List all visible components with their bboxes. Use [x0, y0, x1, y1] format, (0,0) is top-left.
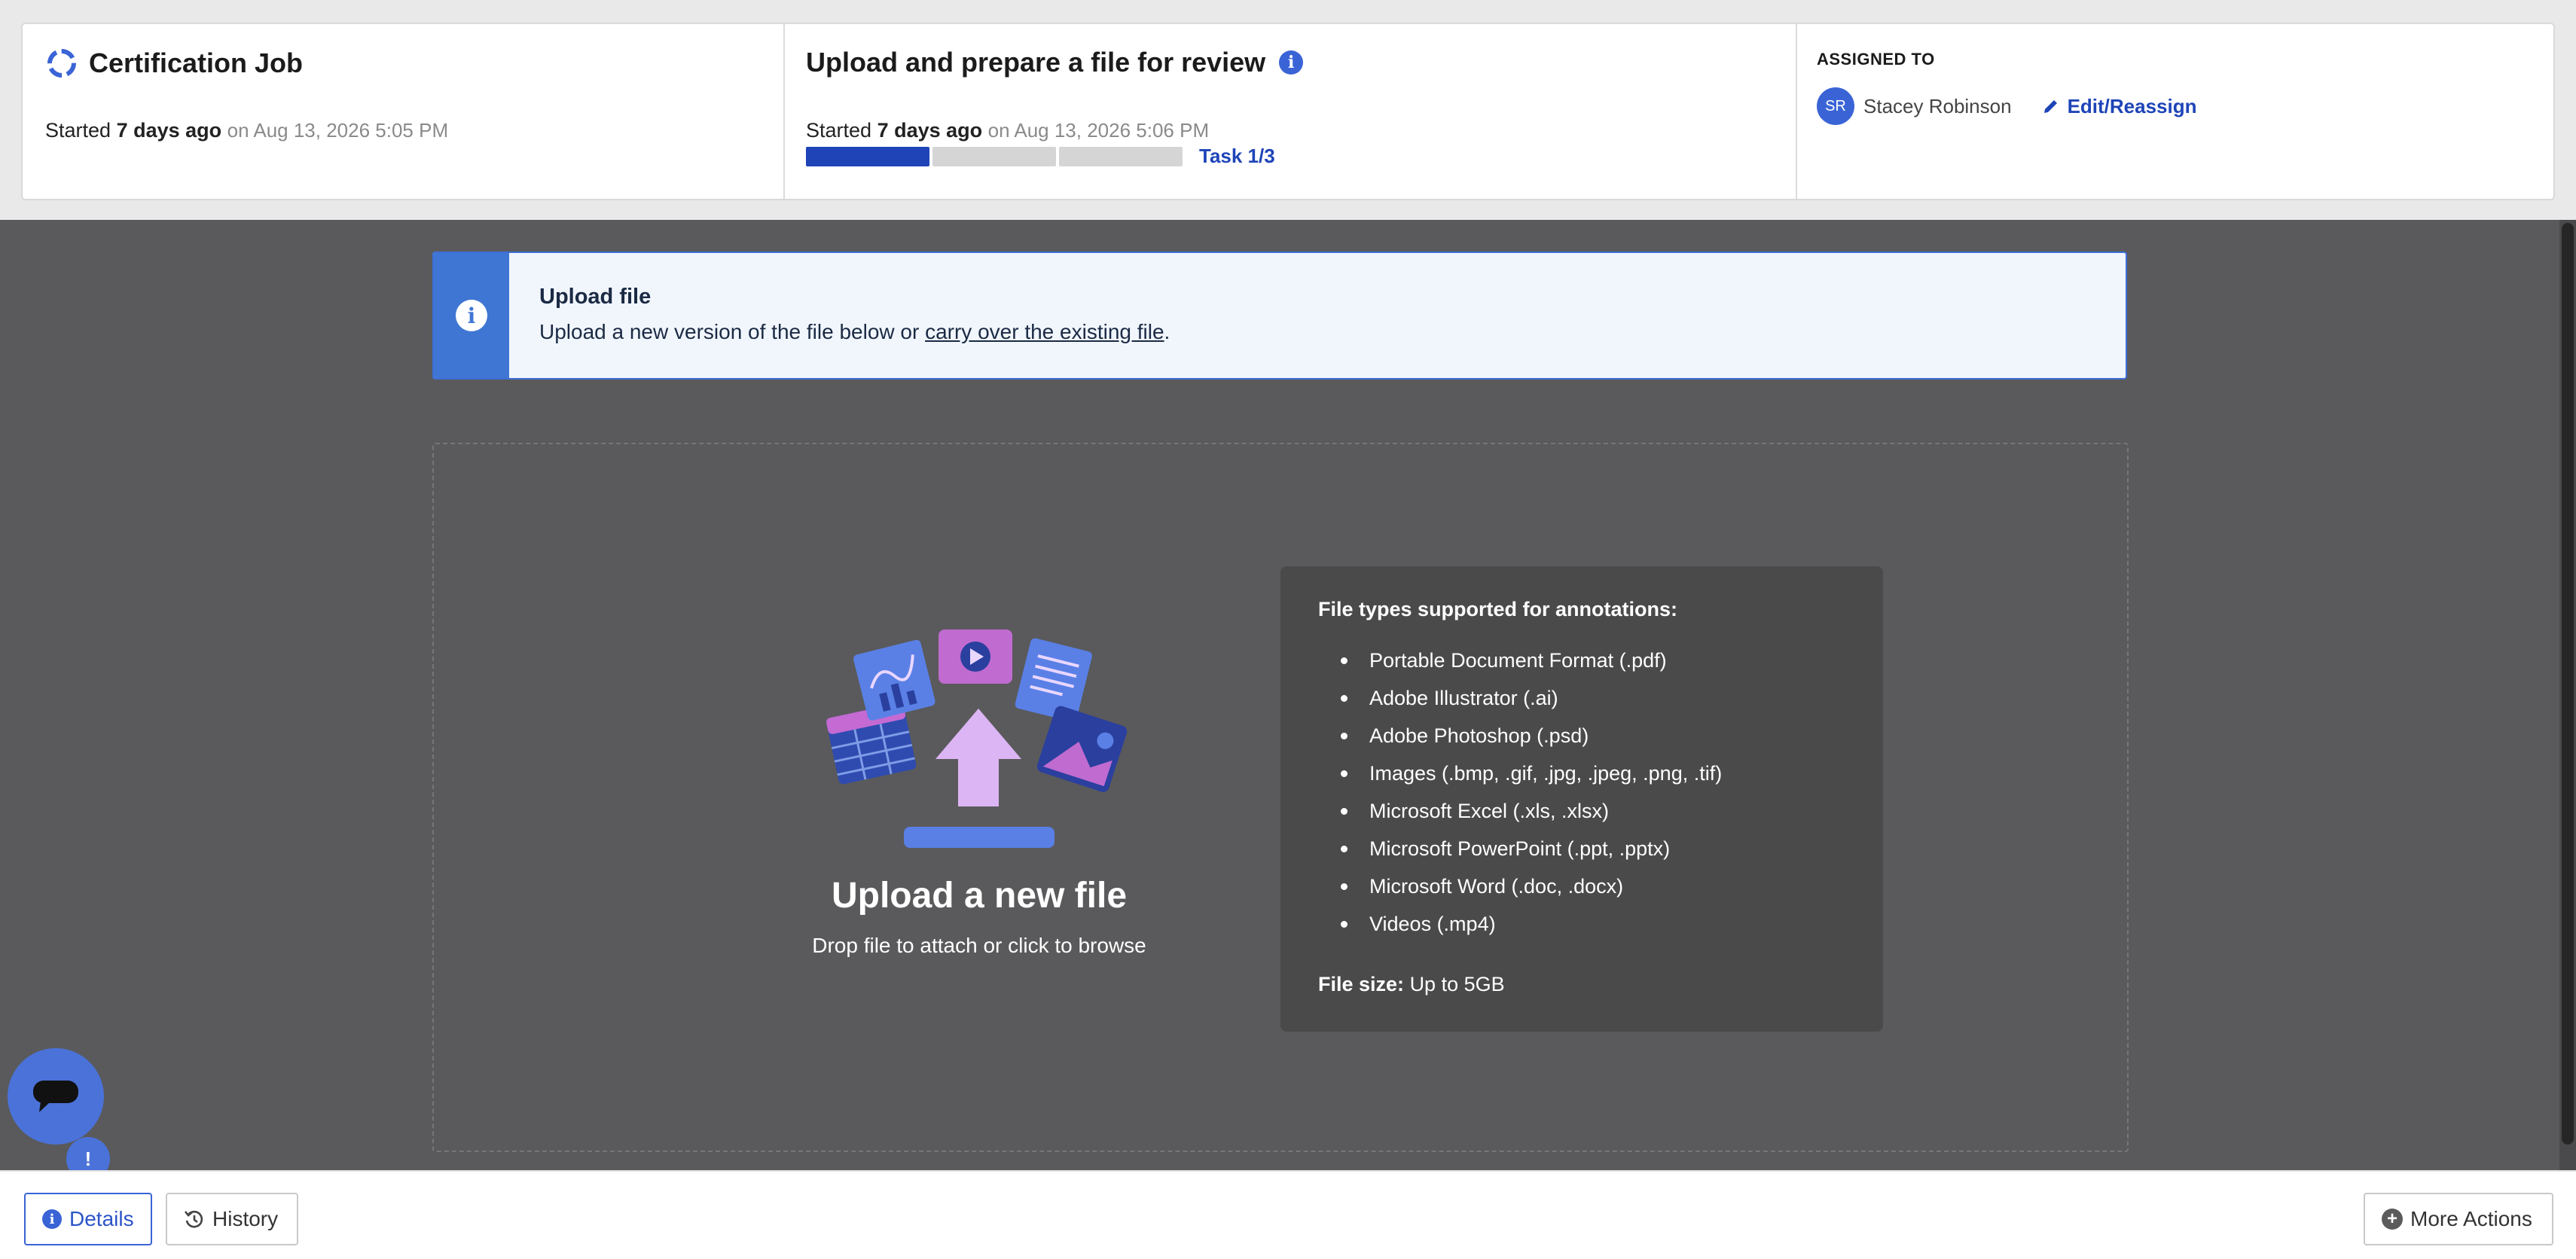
list-item: Videos (.mp4) [1318, 911, 1722, 949]
list-item: Microsoft PowerPoint (.ppt, .pptx) [1318, 836, 1722, 873]
upload-illustration-icon[interactable] [824, 630, 1133, 848]
list-item: Images (.bmp, .gif, .jpg, .jpeg, .png, .… [1318, 761, 1722, 798]
info-icon[interactable]: i [1279, 50, 1304, 75]
file-size-line: File size: Up to 5GB [1318, 973, 1505, 996]
file-types-list: Portable Document Format (.pdf) Adobe Il… [1318, 648, 1722, 949]
progress-segments [806, 146, 1186, 166]
banner-text-after: . [1164, 320, 1170, 343]
job-started-relative: 7 days ago [116, 119, 222, 142]
pencil-icon [2043, 100, 2057, 113]
file-types-heading: File types supported for annotations: [1318, 598, 1678, 620]
more-actions-button[interactable]: + More Actions [2364, 1193, 2553, 1245]
banner-body: Upload file Upload a new version of the … [509, 253, 1170, 378]
history-icon [184, 1210, 203, 1228]
file-size-label: File size: [1318, 973, 1405, 995]
task-count-link[interactable]: Task 1/3 [1199, 145, 1275, 168]
carry-over-link[interactable]: carry over the existing file [925, 320, 1164, 343]
file-size-value: Up to 5GB [1409, 973, 1505, 995]
chat-bubble-icon [33, 1081, 78, 1112]
assignee-row: SR Stacey Robinson Edit/Reassign [1817, 87, 2197, 125]
info-icon: i [42, 1209, 62, 1229]
task-title-row: Upload and prepare a file for review i [806, 47, 1304, 78]
assigned-to-label: ASSIGNED TO [1817, 50, 1935, 69]
footer-bar: i Details History + More Actions [0, 1170, 2576, 1259]
upload-title: Upload a new file [831, 876, 1128, 916]
task-started-prefix: Started [806, 119, 872, 142]
scrollbar-thumb[interactable] [2562, 223, 2574, 1145]
details-label: Details [69, 1207, 134, 1230]
plus-circle-icon: + [2382, 1209, 2403, 1230]
history-label: History [212, 1207, 279, 1230]
banner-side: i [434, 253, 509, 378]
list-item: Microsoft Word (.doc, .docx) [1318, 873, 1722, 911]
upload-info-banner: i Upload file Upload a new version of th… [432, 251, 2127, 380]
list-item: Adobe Photoshop (.psd) [1318, 723, 1722, 761]
progress-segment [932, 146, 1056, 166]
avatar: SR [1817, 87, 1854, 125]
more-actions-label: More Actions [2410, 1207, 2532, 1230]
assignment-panel: ASSIGNED TO SR Stacey Robinson Edit/Reas… [1796, 24, 2553, 199]
chat-button[interactable] [8, 1048, 104, 1145]
task-started-line: Started 7 days ago on Aug 13, 2026 5:06 … [806, 119, 1209, 142]
progress-segment [806, 146, 929, 166]
task-title: Upload and prepare a file for review [806, 47, 1266, 78]
edit-reassign-label: Edit/Reassign [2067, 94, 2197, 117]
task-info-panel: Upload and prepare a file for review i S… [783, 24, 1796, 199]
list-item: Adobe Illustrator (.ai) [1318, 685, 1722, 723]
list-item: Microsoft Excel (.xls, .xlsx) [1318, 798, 1722, 836]
task-started-absolute: on Aug 13, 2026 5:06 PM [987, 119, 1210, 142]
list-item: Portable Document Format (.pdf) [1318, 648, 1722, 685]
edit-reassign-button[interactable]: Edit/Reassign [2042, 95, 2197, 118]
job-started-prefix: Started [45, 119, 111, 142]
task-started-relative: 7 days ago [877, 119, 983, 142]
job-started-absolute: on Aug 13, 2026 5:05 PM [227, 119, 449, 142]
info-icon: i [456, 300, 487, 331]
job-title: Certification Job [89, 47, 304, 78]
job-title-row: Certification Job [45, 47, 303, 80]
banner-text-before: Upload a new version of the file below o… [539, 320, 926, 343]
job-info-panel: Certification Job Started 7 days ago on … [23, 24, 783, 199]
banner-title: Upload file [539, 285, 652, 309]
file-types-panel: File types supported for annotations: Po… [1280, 566, 1883, 1032]
progress-ring-icon [47, 49, 76, 78]
job-header-card: Certification Job Started 7 days ago on … [21, 23, 2555, 200]
assignee-name: Stacey Robinson [1863, 94, 2012, 117]
progress-segment [1059, 146, 1183, 166]
job-started-line: Started 7 days ago on Aug 13, 2026 5:05 … [45, 119, 448, 142]
banner-text: Upload a new version of the file below o… [539, 320, 1170, 344]
upload-subtitle: Drop file to attach or click to browse [812, 934, 1146, 957]
task-progress: Task 1/3 [806, 145, 1275, 168]
details-tab[interactable]: i Details [24, 1193, 152, 1245]
history-tab[interactable]: History [166, 1193, 298, 1245]
